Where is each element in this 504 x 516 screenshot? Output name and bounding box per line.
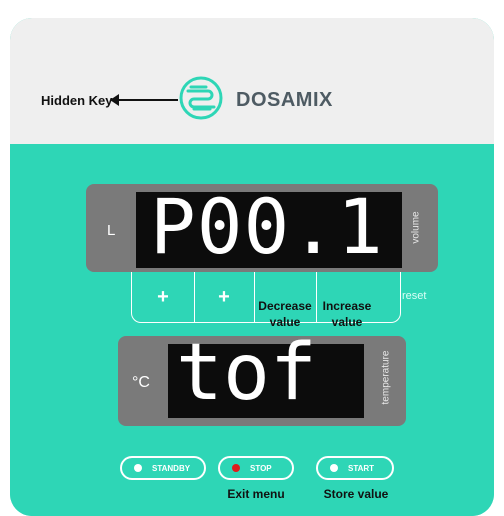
store-value-note: Store value — [323, 487, 389, 501]
volume-screen: P00.1 — [136, 182, 402, 271]
volume-side-label: volume — [410, 211, 422, 244]
increase-button[interactable]: Increase value — [316, 272, 378, 329]
decrease-button[interactable]: Decrease value — [254, 272, 317, 329]
hidden-key-logo-icon[interactable] — [178, 75, 224, 121]
standby-button[interactable]: STANDBY — [120, 456, 206, 480]
arrow-line — [118, 99, 178, 101]
temperature-value: tof — [176, 328, 317, 418]
temperature-unit: °C — [132, 374, 150, 391]
standby-led-icon — [134, 464, 142, 472]
volume-unit: L — [107, 222, 116, 239]
temperature-display-panel: °C tof temperature — [118, 328, 406, 426]
plus-button-1[interactable]: + — [132, 272, 195, 322]
temperature-screen: tof — [168, 328, 364, 418]
plus-label-2: + — [218, 285, 230, 308]
start-led-icon — [330, 464, 338, 472]
volume-display-panel: L P00.1 volume — [86, 182, 438, 272]
start-button[interactable]: START — [316, 456, 394, 480]
key-row: + + Decrease value Increase value — [131, 272, 401, 329]
start-label: START — [348, 463, 375, 473]
brand-name: DOSAMIX — [236, 89, 333, 111]
controller-device: Hidden Key DOSAMIX L P00.1 volume + + De… — [10, 18, 494, 516]
plus-button-2[interactable]: + — [194, 272, 255, 322]
volume-value: P00.1 — [150, 182, 384, 271]
stop-led-icon — [232, 464, 240, 472]
reset-label: reset — [402, 290, 427, 302]
temperature-side-label: temperature — [380, 350, 392, 405]
stop-label: STOP — [250, 463, 272, 473]
plus-label-1: + — [157, 285, 169, 308]
exit-menu-note: Exit menu — [227, 487, 285, 501]
stop-button[interactable]: STOP — [218, 456, 294, 480]
hidden-key-label: Hidden Key — [41, 93, 113, 108]
standby-label: STANDBY — [152, 463, 191, 473]
increase-label: Increase value — [322, 299, 372, 329]
header-area: Hidden Key DOSAMIX — [10, 18, 494, 144]
decrease-label: Decrease value — [258, 299, 312, 329]
